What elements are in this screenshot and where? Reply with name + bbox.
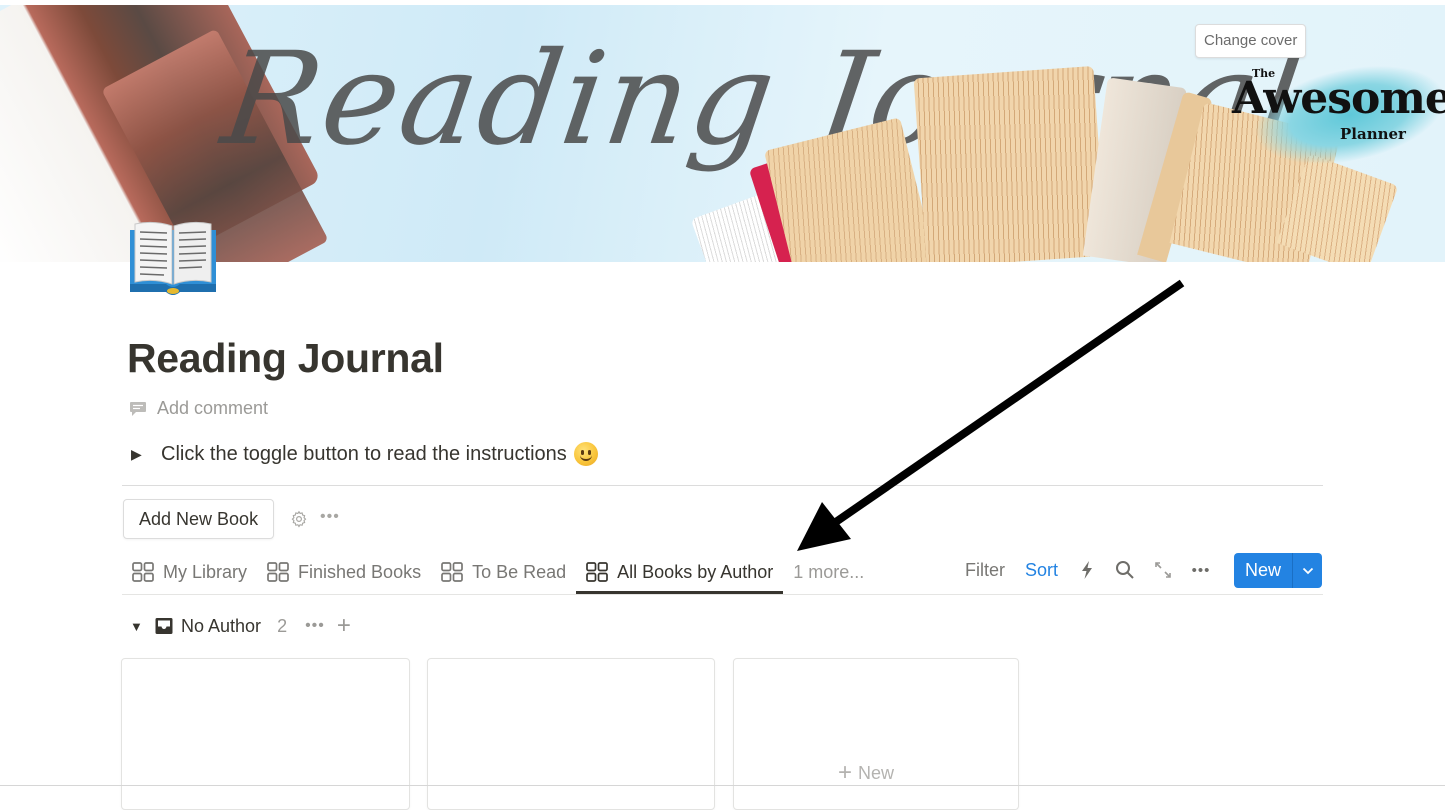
brand-sub: Planner [1340,125,1406,143]
new-button-label[interactable]: New [1234,553,1293,588]
new-card-label[interactable]: + New [838,759,894,787]
database-view-tabs: My Library Finished Books To Be Read All… [122,552,874,594]
new-card-button[interactable]: + New [733,658,1019,810]
board-card[interactable] [121,658,410,810]
board-grid-icon [441,562,463,582]
tab-finished-books[interactable]: Finished Books [257,552,431,592]
inbox-icon [155,618,173,634]
board-grid-icon [267,562,289,582]
board-grid-icon [586,562,609,582]
add-comment-button[interactable]: Add comment [129,398,268,419]
collapse-triangle-icon[interactable]: ▼ [130,619,154,634]
toggle-triangle-icon[interactable]: ▶ [131,446,161,463]
plus-icon[interactable]: + [337,612,351,640]
tab-all-books-by-author[interactable]: All Books by Author [576,552,784,594]
board-grid-icon [132,562,154,582]
ellipsis-icon[interactable]: ••• [305,617,325,635]
tab-to-be-read[interactable]: To Be Read [431,552,576,592]
new-card-text: New [858,762,895,783]
change-cover-button[interactable]: Change cover [1195,24,1307,58]
database-toolbar: Filter Sort ••• [955,552,1220,588]
open-book-icon[interactable] [126,218,220,298]
instructions-toggle[interactable]: ▶ Click the toggle button to read the in… [131,442,598,466]
bottom-border [0,785,1445,786]
tab-label: Finished Books [298,561,422,582]
ellipsis-icon[interactable]: ••• [320,508,340,526]
filter-button[interactable]: Filter [955,560,1015,581]
smiling-face-icon [573,442,598,466]
comment-icon [130,401,146,416]
tab-label: All Books by Author [617,561,774,582]
new-button[interactable]: New [1234,553,1322,588]
tab-my-library[interactable]: My Library [122,552,257,592]
page-title[interactable]: Reading Journal [127,335,444,382]
tab-label: My Library [163,561,248,582]
brand-name: Awesome [1232,73,1445,124]
expand-icon[interactable] [1144,552,1182,588]
search-icon[interactable] [1106,552,1144,588]
group-header: ▼ No Author 2 ••• + [130,612,351,640]
ellipsis-icon[interactable]: ••• [1182,552,1220,588]
group-name[interactable]: No Author [181,616,261,637]
plus-icon: + [838,759,853,786]
add-comment-label: Add comment [157,398,269,418]
cover-book-pages [913,65,1107,262]
annotation-arrow-head [797,502,851,551]
gear-icon[interactable] [290,510,308,528]
board-card[interactable] [427,658,715,810]
tabs-divider [122,594,1323,595]
tab-label: To Be Read [472,561,567,582]
toggle-text: Click the toggle button to read the inst… [161,442,567,465]
chevron-down-icon[interactable] [1293,553,1322,588]
add-new-book-button[interactable]: Add New Book [123,499,275,539]
divider [122,485,1323,486]
tab-more-views[interactable]: 1 more... [783,552,874,592]
lightning-icon[interactable] [1068,552,1106,588]
sort-button[interactable]: Sort [1015,560,1068,581]
group-count: 2 [277,615,288,636]
annotation-arrow-shaft [827,279,1185,530]
